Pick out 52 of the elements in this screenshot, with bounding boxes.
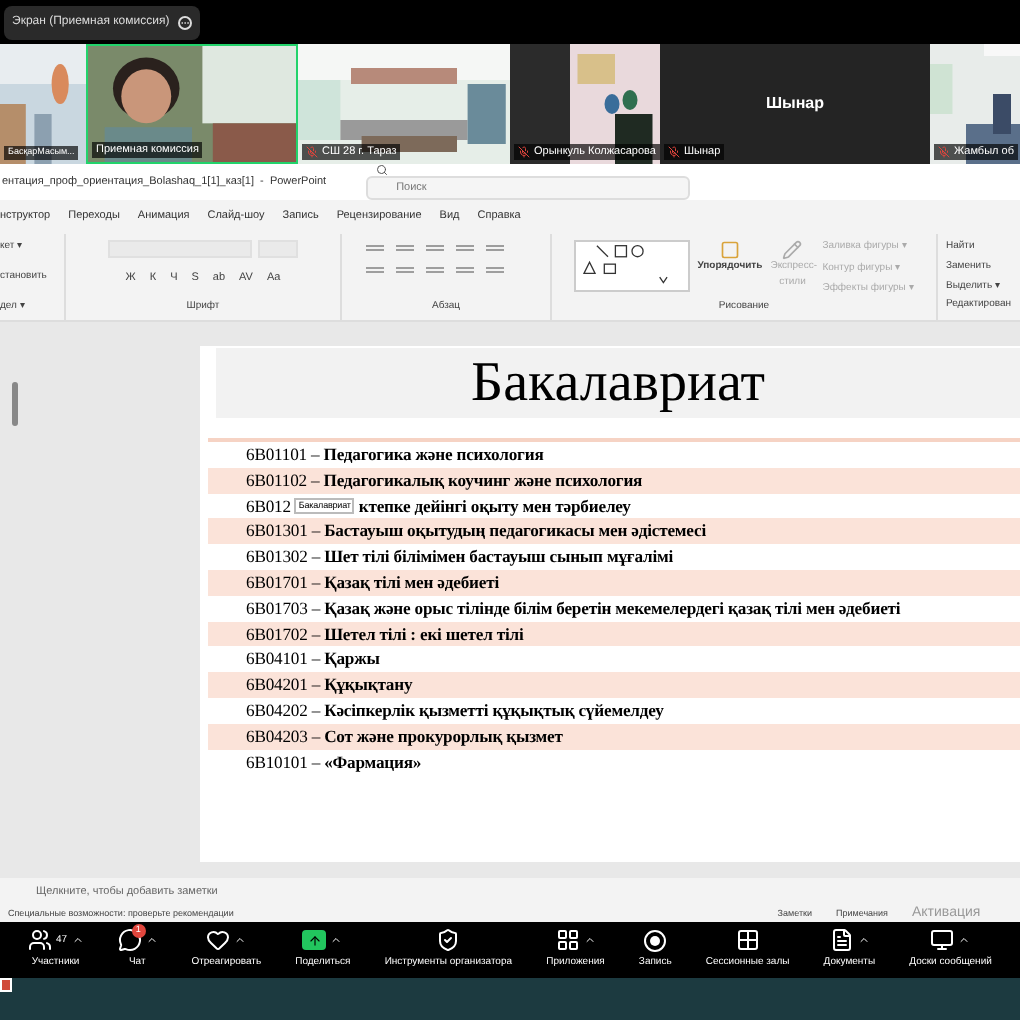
- program-title: Кәсіпкерлік қызметті құқықтық сүйемелдеу: [324, 697, 664, 724]
- app-icon[interactable]: [0, 978, 12, 992]
- program-code: 6B04202 –: [246, 697, 321, 724]
- program-title: ктепке дейінгі оқыту мен тәрбиелеу: [358, 493, 631, 519]
- program-code: 6B10101 –: [246, 749, 321, 775]
- program-code: 6B04203 –: [246, 723, 321, 750]
- program-code: 6B01302 –: [246, 544, 321, 571]
- slide-title: Бакалавриат: [471, 355, 765, 411]
- caret-icon[interactable]: [857, 934, 870, 947]
- apps-icon: [555, 928, 580, 953]
- program-title: Шет тілі білімімен бастауыш сынып мұғалімі: [324, 544, 674, 571]
- program-title: Қазақ тілі мен әдебиеті: [324, 569, 500, 596]
- docs-icon: [829, 928, 854, 953]
- caret-icon[interactable]: [234, 934, 247, 947]
- caret-icon[interactable]: [583, 934, 596, 947]
- more-icon: [177, 15, 192, 29]
- program-title: Педагогика және психология: [323, 441, 544, 468]
- program-title: Педагогикалық коучинг және психология: [323, 467, 643, 494]
- host-icon: [436, 928, 461, 953]
- styles-icon: [782, 240, 803, 260]
- program-title: Бастауыш оқытудың педагогикасы мен әдістемесі: [324, 518, 706, 545]
- whiteboard-icon: [930, 928, 955, 953]
- program-code: 6B01101 –: [246, 441, 320, 468]
- react-icon: [206, 928, 231, 953]
- participant-name: Шынар: [765, 92, 825, 116]
- caret-icon[interactable]: [330, 934, 343, 947]
- program-title: Сот және прокурорлық қызмет: [324, 723, 563, 750]
- program-code: 6B01702 –: [246, 621, 321, 647]
- caret-icon[interactable]: [145, 934, 158, 947]
- program-code: 6B01301 –: [246, 518, 321, 545]
- program-code: 6B04201 –: [246, 672, 321, 699]
- rooms-icon: [735, 928, 760, 953]
- program-code: 6B012: [246, 493, 291, 519]
- program-code: 6B04101 –: [246, 646, 321, 673]
- scrollbar[interactable]: [11, 382, 17, 426]
- program-title: Шетел тілі : екі шетел тілі: [324, 621, 524, 647]
- program-title: «Фармация»: [324, 749, 422, 775]
- record-icon: [644, 929, 667, 952]
- participants-icon: [28, 928, 52, 953]
- program-code: 6B01102 –: [246, 467, 320, 494]
- program-code: 6B01703 –: [246, 595, 321, 622]
- search-icon: [376, 164, 389, 176]
- caret-icon[interactable]: [71, 934, 84, 947]
- caret-icon[interactable]: [958, 934, 971, 947]
- program-title: Қаржы: [324, 646, 380, 673]
- share-icon: [302, 930, 327, 951]
- arrange-icon: [719, 240, 740, 260]
- program-title: Қазақ және орыс тілінде білім беретін мекемелердегі қазақ тілі мен әдебиеті: [324, 595, 901, 622]
- program-title: Құқықтану: [324, 672, 413, 699]
- chat-icon: [117, 928, 142, 953]
- program-code: 6B01701 –: [246, 569, 321, 596]
- shapes-gallery[interactable]: [573, 240, 690, 292]
